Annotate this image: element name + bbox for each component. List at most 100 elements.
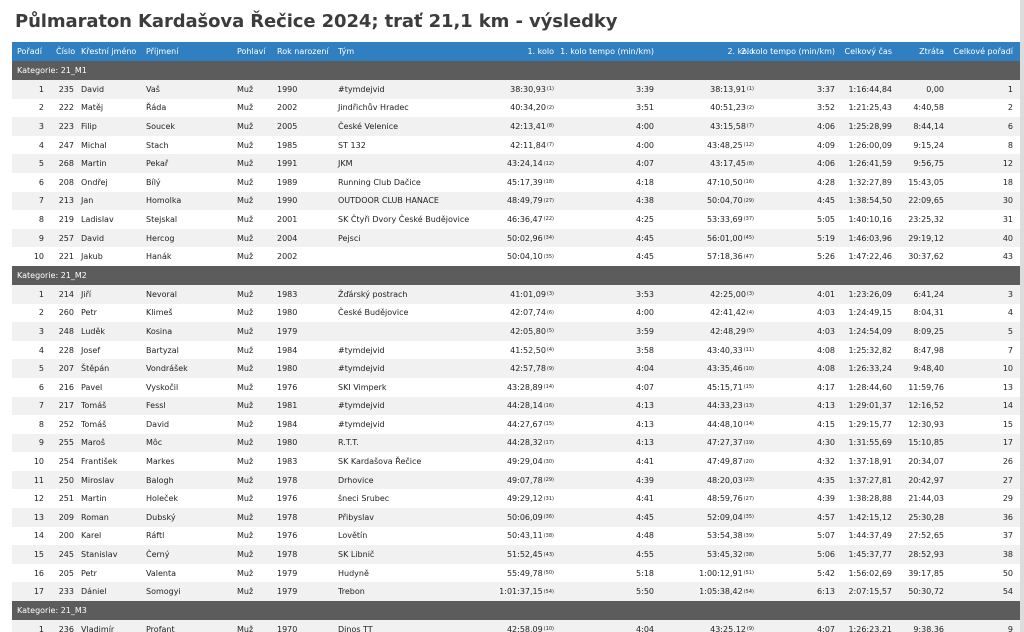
cell-pace2: 5:05 bbox=[742, 210, 835, 229]
cell-pace1: 4:25 bbox=[560, 210, 654, 229]
cell-num-value: 208 bbox=[58, 177, 74, 187]
cell-pace2-value: 4:15 bbox=[817, 419, 835, 429]
cell-pace1: 5:50 bbox=[560, 582, 654, 601]
cell-first-value: Luděk bbox=[81, 326, 106, 336]
cell-sex: Muž bbox=[237, 434, 272, 453]
cell-year: 2002 bbox=[277, 247, 327, 266]
cell-team-value: Drhovice bbox=[338, 475, 374, 485]
cell-team: Žďárský postrach bbox=[338, 285, 468, 304]
cell-overall-value: 4 bbox=[1007, 308, 1013, 318]
cell-sex: Muž bbox=[237, 397, 272, 416]
cell-rank: 15 bbox=[12, 545, 44, 564]
table-row: 13 209 Roman Dubský Muž 1978 Přibyslav 50:06,09… bbox=[12, 508, 1020, 527]
cell-last: Vondrášek bbox=[146, 359, 216, 378]
cell-pace1-value: 4:04 bbox=[636, 624, 654, 632]
cell-num-value: 255 bbox=[58, 438, 74, 448]
cell-pace1: 4:38 bbox=[560, 192, 654, 211]
cell-rank-value: 3 bbox=[38, 121, 44, 131]
column-header: 1. kolo tempo (min/km) bbox=[560, 47, 654, 56]
cell-num-value: 247 bbox=[58, 140, 74, 150]
cell-team-value: Přibyslav bbox=[338, 512, 375, 522]
cell-lap1: 44:28,32 (17) bbox=[506, 438, 554, 448]
cell-num-value: 235 bbox=[58, 84, 74, 94]
cell-lap2-value: 47:10,50 bbox=[706, 177, 743, 187]
cell-lap1-value: 42:05,80 bbox=[510, 326, 546, 336]
cell-num-value: 209 bbox=[58, 512, 74, 522]
cell-lap2: 1:05:38,42 (54) bbox=[699, 587, 754, 597]
cell-pace2-value: 4:08 bbox=[817, 364, 835, 374]
cell-lap1-value: 42:07,74 bbox=[510, 308, 546, 318]
cell-last-value: Dubský bbox=[146, 512, 176, 522]
cell-rank-value: 15 bbox=[33, 550, 44, 560]
cell-lap1-value: 48:49,79 bbox=[506, 196, 543, 206]
cell-rank-value: 9 bbox=[38, 438, 44, 448]
table-row: 6 216 Pavel Vyskočil Muž 1976 SKI Vimperk 43:28… bbox=[12, 377, 1020, 397]
column-header: Celkové pořadí bbox=[953, 47, 1013, 56]
cell-num: 247 bbox=[48, 136, 74, 155]
cell-loss: 50:30,72 bbox=[898, 582, 944, 601]
cell-year-value: 2002 bbox=[277, 103, 298, 113]
table-row: 4 228 Josef Bartyzal Muž 1984 #tymdejvid 41:52,… bbox=[12, 340, 1020, 360]
cell-rank-value: 8 bbox=[38, 419, 44, 429]
page-title: Půlmaraton Kardašova Řečice 2024; trať 2… bbox=[15, 11, 618, 32]
cell-first-value: Dániel bbox=[81, 587, 107, 597]
cell-last: Soucek bbox=[146, 117, 216, 136]
cell-num-value: 245 bbox=[58, 550, 74, 560]
cell-num: 228 bbox=[48, 341, 74, 360]
cell-loss: 20:42,97 bbox=[898, 471, 944, 490]
cell-lap2: 47:27,37 (19) bbox=[706, 438, 754, 448]
cell-rank: 9 bbox=[12, 434, 44, 453]
cell-lap1: 1:01:37,15 (54) bbox=[499, 587, 554, 597]
cell-num: 221 bbox=[48, 247, 74, 266]
cell-pace2-value: 4:17 bbox=[817, 382, 835, 392]
cell-sex: Muž bbox=[237, 471, 272, 490]
cell-first-value: David bbox=[81, 233, 105, 243]
table-row: 4 247 Michal Stach Muž 1985 ST 132 42:11,84 (7) 4… bbox=[12, 135, 1020, 155]
cell-pace1: 4:04 bbox=[560, 620, 654, 632]
cell-team-value: Dinos TT bbox=[338, 624, 373, 632]
cell-year-value: 1979 bbox=[277, 568, 298, 578]
cell-rank: 7 bbox=[12, 192, 44, 211]
cell-total: 1:56:02,69 bbox=[842, 564, 892, 583]
cell-team-value: SK Čtyři Dvory České Budějovice bbox=[338, 214, 470, 224]
cell-lap2-value: 53:33,69 bbox=[706, 214, 743, 224]
cell-overall: 12 bbox=[950, 154, 1013, 173]
cell-last: Hanák bbox=[146, 247, 216, 266]
cell-team: OUTDOOR CLUB HANACE bbox=[338, 192, 468, 211]
cell-overall: 7 bbox=[950, 341, 1013, 360]
cell-lap2-value: 44:48,10 bbox=[706, 419, 743, 429]
cell-num: 216 bbox=[48, 378, 74, 397]
cell-lap1-value: 49:07,78 bbox=[506, 475, 543, 485]
cell-pace2-value: 4:07 bbox=[817, 624, 835, 632]
cell-year: 1990 bbox=[277, 192, 327, 211]
cell-lap1: 55:49,78 (50) bbox=[506, 568, 554, 578]
cell-first: Vladimír bbox=[81, 620, 141, 632]
cell-pace1-value: 4:00 bbox=[636, 121, 654, 131]
cell-pace2: 4:28 bbox=[742, 173, 835, 192]
cell-loss: 9:56,75 bbox=[898, 154, 944, 173]
category-label: Kategorie: 21_M2 bbox=[17, 270, 87, 280]
cell-pace2: 4:32 bbox=[742, 452, 835, 471]
cell-rank: 6 bbox=[12, 173, 44, 192]
cell-total-value: 1:29:15,77 bbox=[848, 419, 892, 429]
cell-year: 2001 bbox=[277, 210, 327, 229]
cell-overall: 31 bbox=[950, 210, 1013, 229]
cell-lap2: 57:18,36 (47) bbox=[706, 252, 754, 262]
cell-first-value: Ondřej bbox=[81, 177, 108, 187]
category-label: Kategorie: 21_M3 bbox=[17, 606, 87, 616]
cell-pace2: 4:39 bbox=[742, 489, 835, 508]
cell-team: České Velenice bbox=[338, 117, 468, 136]
cell-last: Dubský bbox=[146, 508, 216, 527]
cell-num-value: 228 bbox=[58, 345, 74, 355]
cell-lap2-value: 45:15,71 bbox=[706, 382, 743, 392]
cell-total-value: 1:40:10,16 bbox=[848, 214, 892, 224]
cell-lap2: 48:59,76 (27) bbox=[706, 494, 754, 504]
cell-pace2-value: 4:45 bbox=[817, 196, 835, 206]
cell-pace1: 4:13 bbox=[560, 397, 654, 416]
cell-first: David bbox=[81, 80, 141, 99]
cell-last: Řáda bbox=[146, 99, 216, 118]
cell-year: 1990 bbox=[277, 80, 327, 99]
table-row: 9 257 David Hercog Muž 2004 Pejsci 50:02,96 (34)… bbox=[12, 228, 1020, 248]
cell-last-value: Kosina bbox=[146, 326, 173, 336]
cell-pace1-value: 4:45 bbox=[636, 252, 654, 262]
